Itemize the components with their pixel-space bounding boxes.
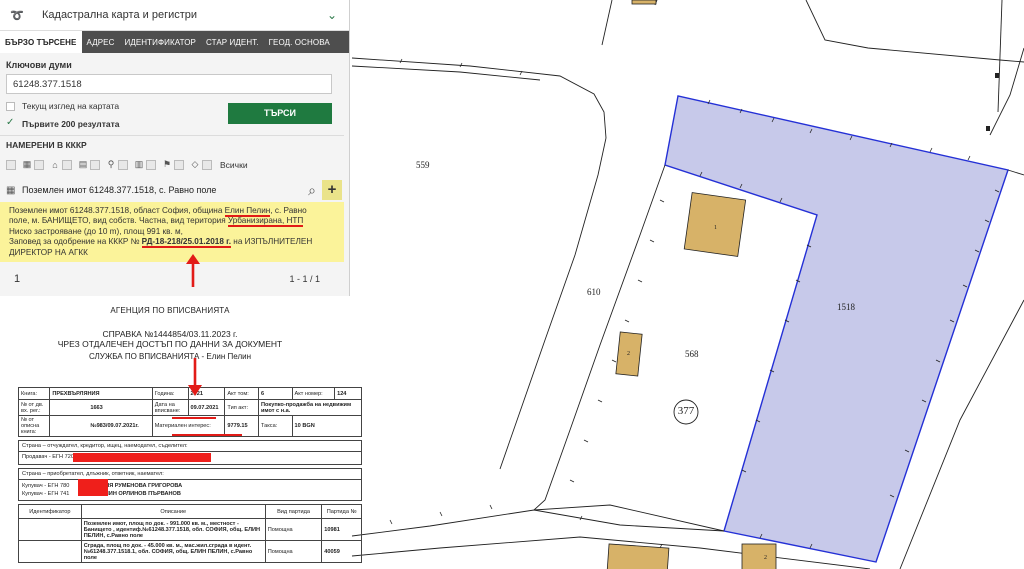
building-bottom-left[interactable] bbox=[606, 543, 670, 569]
filter-checkbox[interactable] bbox=[118, 159, 128, 170]
current-view-label: Текущ изглед на картата bbox=[22, 101, 120, 111]
doc-ref-line-2: ЧРЕЗ ОТДАЛЕЧЕН ДОСТЪП ПО ДАННИ ЗА ДОКУМЕ… bbox=[57, 339, 283, 349]
redaction-block bbox=[78, 479, 108, 496]
doc-reference: СПРАВКА №1444854/03.11.2023 г. ЧРЕЗ ОТДА… bbox=[0, 329, 340, 349]
search-button[interactable]: ТЪРСИ bbox=[228, 103, 332, 124]
filter-checkbox[interactable] bbox=[6, 159, 16, 170]
search-icon[interactable]: ⌕ bbox=[302, 180, 322, 200]
parcel-label-1518: 1518 bbox=[837, 302, 855, 312]
marker-flag-icon[interactable]: ⚑ bbox=[162, 159, 172, 170]
tab-address[interactable]: АДРЕС bbox=[82, 31, 120, 53]
search-panel: ➰ Кадастрална карта и регистри ⌄ БЪРЗО Т… bbox=[0, 0, 350, 296]
parcel-label-568: 568 bbox=[685, 349, 699, 359]
info-line-2: поле, м. БАНИЩЕТО, вид собств. Частна, в… bbox=[9, 216, 304, 228]
checkmark-icon[interactable]: ✓ bbox=[6, 117, 14, 128]
grid-icon: ▦ bbox=[6, 184, 16, 196]
panel-header[interactable]: ➰ Кадастрална карта и регистри ⌄ bbox=[0, 0, 349, 31]
first-200-option[interactable]: ✓ Първите 200 резултата bbox=[0, 116, 220, 134]
buyers-section: Страна – приобретател, длъжник, ответник… bbox=[18, 468, 362, 501]
result-item[interactable]: ▦ Поземлен имот 61248.377.1518, с. Равно… bbox=[0, 180, 344, 200]
object-row: Поземлен имот, площ по док. - 991.000 кв… bbox=[18, 518, 362, 541]
tab-old-identifier[interactable]: СТАР ИДЕНТ. bbox=[201, 31, 264, 53]
keywords-label: Ключови думи bbox=[6, 60, 72, 70]
info-line-1: Поземлен имот 61248.377.1518, област Соф… bbox=[9, 206, 307, 217]
buyer-rows: Купувач - ЕГН 780 ВАНЯ РУМЕНОВА ГРИГОРОВА… bbox=[22, 483, 183, 497]
result-type-filters: ▦ ⌂ ▤ ⚲ ▥ ⚑ ◇ Всички bbox=[6, 158, 248, 171]
filter-checkbox[interactable] bbox=[146, 159, 156, 170]
sellers-header: Страна – отчуждател, кредитор, ищец, нае… bbox=[19, 441, 361, 452]
order-number-underlined: РД-18-218/25.01.2018 г. bbox=[141, 237, 232, 249]
keywords-input[interactable]: 61248.377.1518 bbox=[6, 74, 332, 94]
current-view-checkbox[interactable] bbox=[6, 102, 15, 111]
building-label-2: 2 bbox=[627, 351, 630, 357]
building-label-3: 2 bbox=[764, 555, 767, 561]
info-line-5: ДИРЕКТОР НА АГКК bbox=[9, 247, 88, 257]
info-line-4: Заповед за одобрение на КККР № РД-18-218… bbox=[9, 237, 313, 249]
chevron-down-icon[interactable]: ⌄ bbox=[327, 8, 337, 22]
municipality-underlined: Елин Пелин bbox=[224, 206, 271, 217]
building-top[interactable] bbox=[631, 0, 657, 5]
filter-checkbox[interactable] bbox=[62, 159, 72, 170]
home-icon[interactable]: ⌂ bbox=[50, 160, 60, 170]
found-heading: НАМЕРЕНИ В КККР bbox=[6, 140, 87, 150]
territory-underlined: Урбанизирана, НТП bbox=[227, 216, 304, 228]
info-line-3: Ниско застрояване (до 10 m), площ 991 кв… bbox=[9, 226, 183, 236]
parcel-label-610: 610 bbox=[587, 287, 601, 297]
doc-service: СЛУЖБА ПО ВПИСВАНИЯТА - Елин Пелин bbox=[88, 352, 252, 361]
annotation-arrow-down bbox=[188, 358, 202, 396]
panel-title: Кадастрална карта и регистри bbox=[42, 9, 198, 21]
entry-date-value: 09.07.2021 bbox=[187, 399, 226, 416]
divider bbox=[0, 135, 344, 136]
polygon-icon[interactable]: ◇ bbox=[190, 159, 200, 170]
doc-ref-line-1: СПРАВКА №1444854/03.11.2023 г. bbox=[102, 329, 238, 339]
filter-all-label: Всички bbox=[220, 159, 248, 170]
page-range: 1 - 1 / 1 bbox=[289, 274, 320, 284]
cadastre-logo-icon: ➰ bbox=[10, 9, 24, 22]
parcel-1518-highlight[interactable] bbox=[664, 95, 1009, 563]
tab-quick-search[interactable]: БЪРЗО ТЪРСЕНЕ bbox=[0, 31, 82, 53]
building-bottom-right[interactable] bbox=[741, 543, 777, 569]
filter-checkbox[interactable] bbox=[90, 159, 100, 170]
first-200-label: Първите 200 резултата bbox=[22, 119, 120, 129]
map-pin-icon[interactable]: ⚲ bbox=[106, 159, 116, 170]
filter-checkbox[interactable] bbox=[174, 159, 184, 170]
interest-underline bbox=[172, 434, 242, 436]
building-label-1: 1 bbox=[714, 225, 717, 231]
redaction-block bbox=[73, 453, 211, 462]
search-tabs: БЪРЗО ТЪРСЕНЕ АДРЕС ИДЕНТИФИКАТОР СТАР И… bbox=[0, 31, 349, 53]
doc-agency: АГЕНЦИЯ ПО ВПИСВАНИЯТА bbox=[110, 306, 230, 315]
buyers-header: Страна – приобретател, длъжник, ответник… bbox=[19, 469, 361, 480]
page-number[interactable]: 1 bbox=[14, 273, 20, 285]
object-row: Сграда, площ по док. - 45.000 кв. м., ма… bbox=[18, 540, 362, 563]
filter-checkbox[interactable] bbox=[34, 159, 44, 170]
date-underline bbox=[172, 417, 216, 419]
registry-document: АГЕНЦИЯ ПО ВПИСВАНИЯТА СПРАВКА №1444854/… bbox=[0, 296, 363, 569]
block-label-377: 377 bbox=[677, 405, 695, 417]
results-pager: 1 1 - 1 / 1 bbox=[0, 268, 344, 290]
layers-icon[interactable]: ▥ bbox=[134, 159, 144, 170]
parcel-label-559: 559 bbox=[416, 160, 430, 170]
parcel-info-box: Поземлен имот 61248.377.1518, област Соф… bbox=[0, 202, 344, 262]
result-item-label[interactable]: Поземлен имот 61248.377.1518, с. Равно п… bbox=[22, 185, 302, 195]
tab-geodetic-base[interactable]: ГЕОД. ОСНОВА bbox=[264, 31, 335, 53]
add-icon[interactable]: + bbox=[322, 180, 342, 200]
doc-objects-table: Идентификатор Описание Вид партида Парти… bbox=[18, 504, 362, 563]
grid-icon[interactable]: ▦ bbox=[22, 159, 32, 170]
filter-checkbox-all[interactable] bbox=[202, 159, 212, 170]
calculator-icon[interactable]: ▤ bbox=[78, 159, 88, 170]
tab-identifier[interactable]: ИДЕНТИФИКАТОР bbox=[119, 31, 201, 53]
